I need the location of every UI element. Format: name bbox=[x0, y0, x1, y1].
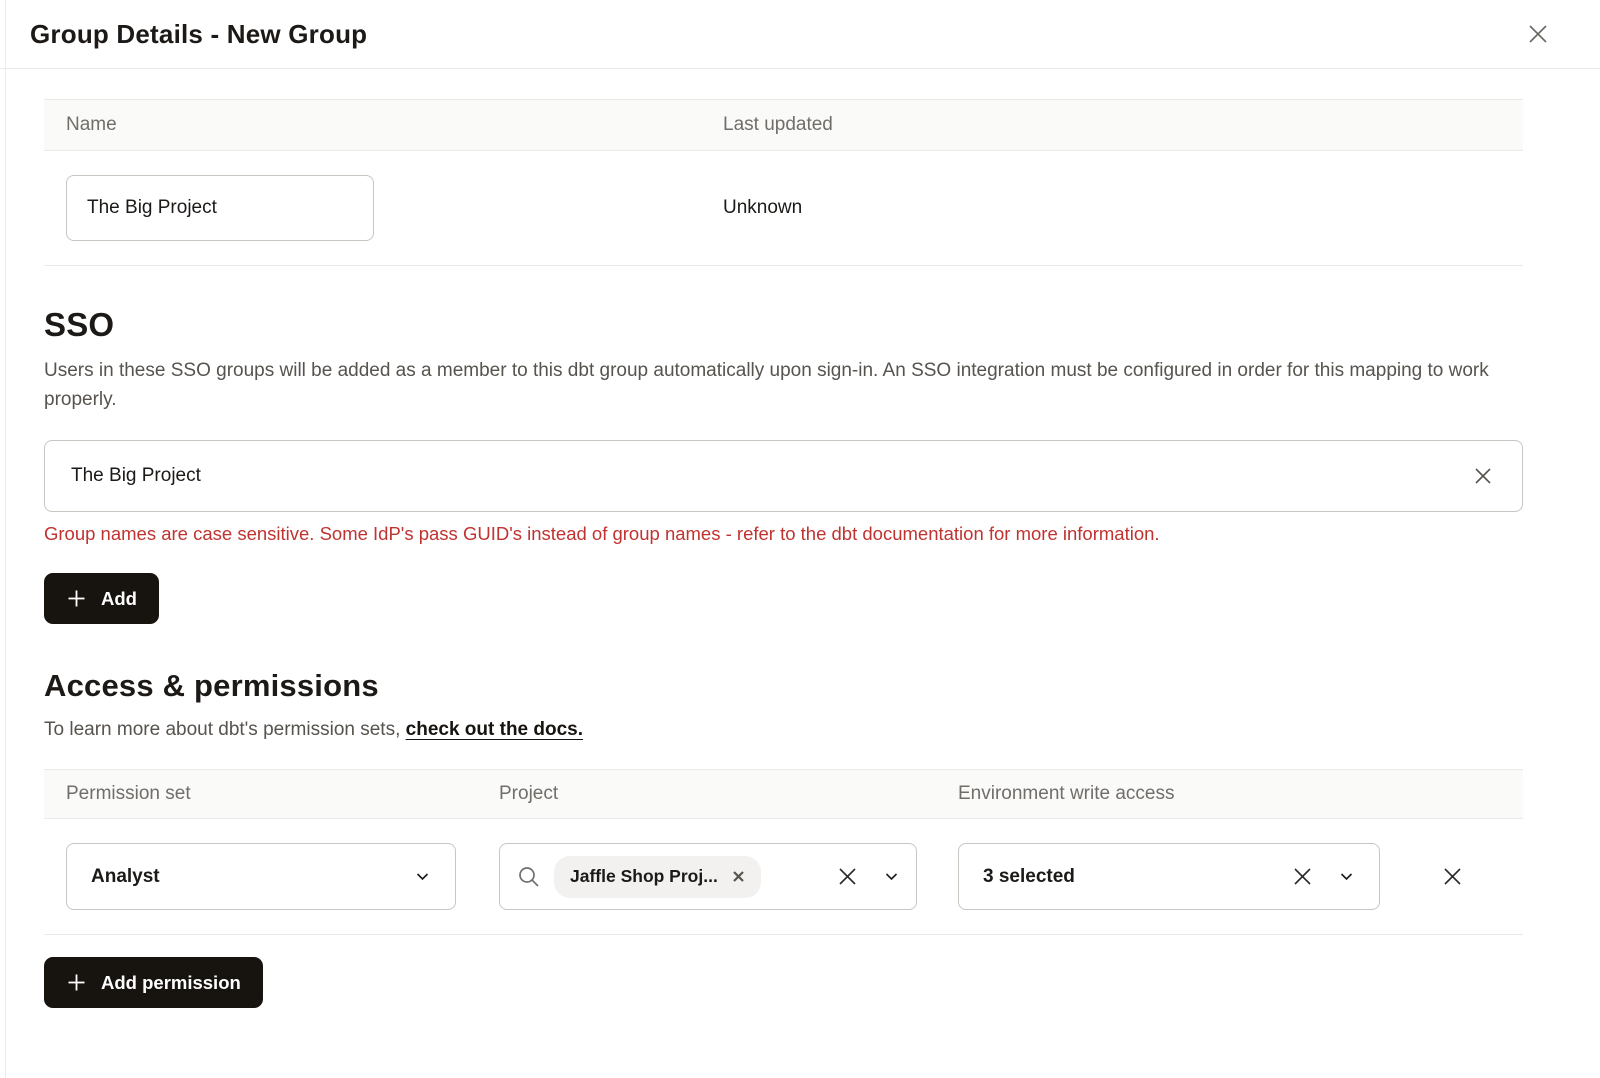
add-button-label: Add bbox=[101, 588, 137, 610]
project-select-controls bbox=[834, 863, 900, 890]
project-tag[interactable]: Jaffle Shop Proj... bbox=[554, 856, 761, 898]
access-description-text: To learn more about dbt's permission set… bbox=[44, 719, 406, 740]
permissions-table-header: Permission set Project Environment write… bbox=[44, 769, 1523, 819]
chevron-down-icon[interactable] bbox=[883, 868, 900, 885]
sso-group-value: The Big Project bbox=[71, 465, 201, 487]
group-name-input[interactable] bbox=[66, 175, 374, 241]
last-updated-value: Unknown bbox=[723, 197, 1523, 219]
sso-heading: SSO bbox=[44, 306, 1523, 344]
tag-remove-icon[interactable] bbox=[732, 870, 745, 883]
access-description: To learn more about dbt's permission set… bbox=[44, 719, 1523, 741]
column-header-name: Name bbox=[44, 114, 723, 136]
sso-error-text: Group names are case sensitive. Some IdP… bbox=[44, 523, 1523, 545]
remove-row-cell bbox=[1382, 863, 1523, 890]
group-name-table-header: Name Last updated bbox=[44, 99, 1523, 151]
add-permission-button-label: Add permission bbox=[101, 972, 241, 994]
environment-selected-value: 3 selected bbox=[983, 866, 1075, 888]
permission-set-cell: Analyst bbox=[66, 843, 499, 910]
environment-select-controls bbox=[1289, 863, 1355, 890]
permission-set-value: Analyst bbox=[91, 866, 160, 888]
modal-content: Name Last updated Unknown SSO Users in t… bbox=[44, 99, 1523, 1008]
sso-section: SSO Users in these SSO groups will be ad… bbox=[44, 306, 1523, 624]
column-header-permission-set: Permission set bbox=[66, 783, 499, 805]
remove-permission-row-icon[interactable] bbox=[1439, 863, 1466, 890]
plus-icon bbox=[66, 972, 87, 993]
group-name-table: Name Last updated Unknown bbox=[44, 99, 1523, 266]
access-permissions-heading: Access & permissions bbox=[44, 668, 1523, 704]
project-multiselect[interactable]: Jaffle Shop Proj... bbox=[499, 843, 917, 910]
permission-set-select[interactable]: Analyst bbox=[66, 843, 456, 910]
access-permissions-section: Access & permissions To learn more about… bbox=[44, 668, 1523, 1008]
column-header-last-updated: Last updated bbox=[723, 114, 1523, 136]
clear-x-icon[interactable] bbox=[1289, 863, 1316, 890]
plus-icon bbox=[66, 588, 87, 609]
panel-left-edge bbox=[5, 0, 6, 1078]
sso-group-input[interactable]: The Big Project bbox=[44, 440, 1523, 512]
project-cell: Jaffle Shop Proj... bbox=[499, 843, 958, 910]
column-header-environment-write-access: Environment write access bbox=[958, 783, 1382, 805]
modal-header: Group Details - New Group bbox=[0, 0, 1600, 69]
project-tag-label: Jaffle Shop Proj... bbox=[570, 866, 718, 887]
clear-x-icon[interactable] bbox=[834, 863, 861, 890]
name-cell bbox=[44, 175, 723, 241]
chevron-down-icon bbox=[414, 868, 431, 885]
close-icon[interactable] bbox=[1524, 20, 1552, 48]
column-header-project: Project bbox=[499, 783, 958, 805]
table-row: Unknown bbox=[44, 151, 1523, 266]
add-permission-button[interactable]: Add permission bbox=[44, 957, 263, 1008]
search-icon bbox=[516, 864, 542, 890]
page-title: Group Details - New Group bbox=[30, 19, 367, 50]
add-button[interactable]: Add bbox=[44, 573, 159, 624]
chevron-down-icon[interactable] bbox=[1338, 868, 1355, 885]
permission-row: Analyst bbox=[44, 819, 1523, 935]
clear-x-icon[interactable] bbox=[1470, 463, 1496, 489]
environment-write-access-cell: 3 selected bbox=[958, 843, 1382, 910]
environment-select[interactable]: 3 selected bbox=[958, 843, 1380, 910]
docs-link[interactable]: check out the docs. bbox=[406, 719, 583, 740]
permissions-table: Permission set Project Environment write… bbox=[44, 769, 1523, 935]
sso-description: Users in these SSO groups will be added … bbox=[44, 356, 1516, 414]
